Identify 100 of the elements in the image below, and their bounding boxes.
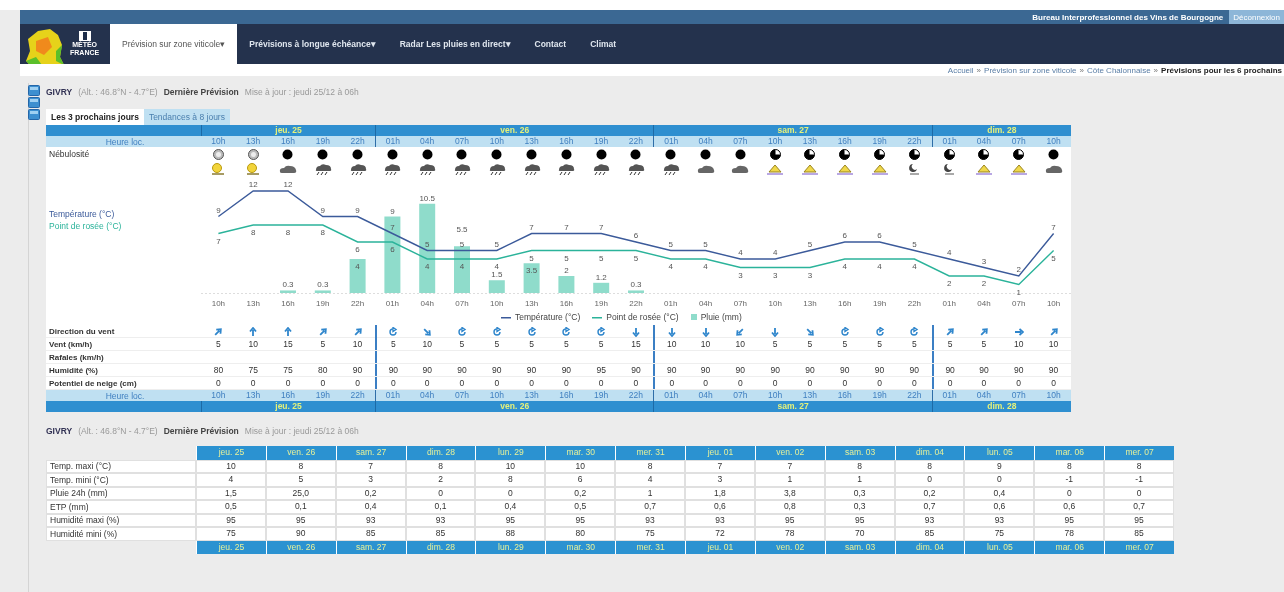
square-icon[interactable] [28, 85, 40, 96]
rain-bar [314, 290, 331, 293]
day-header: jeu. 01 [685, 446, 755, 460]
square-icon[interactable] [28, 109, 40, 120]
hour-header: 07h [1010, 390, 1027, 401]
table-cell: 95 [596, 365, 606, 375]
table-cell: 0 [598, 378, 604, 388]
moon-cloud-icon [907, 162, 922, 176]
wind-arrow-icon [666, 327, 677, 337]
hour-header: 16h [279, 136, 297, 147]
cloud-cover-icon [1013, 148, 1025, 160]
nav-item[interactable]: Contact [522, 24, 579, 64]
table-cell: 0 [320, 378, 326, 388]
hour-header: 10h [1045, 136, 1062, 147]
breadcrumb-link[interactable]: Prévision sur zone viticole [984, 65, 1077, 75]
table-cell: 10 [667, 339, 677, 349]
data-label: 4 [738, 248, 743, 257]
table-cell: 90 [805, 365, 815, 375]
day-header: sam. 03 [824, 446, 895, 460]
table-cell: 90 [526, 365, 537, 375]
hour-header: 10h [210, 136, 227, 147]
table-cell: 0 [772, 378, 778, 388]
table-cell: 0 [669, 378, 675, 388]
cloud-cover-icon [1048, 148, 1059, 160]
data-label: 5 [564, 253, 569, 263]
table-cell: 5 [459, 339, 465, 349]
table-cell: 0,4 [335, 500, 406, 514]
row-label: Temp. maxi (°C) [46, 459, 196, 473]
hour-header: 04h [419, 390, 436, 401]
table-cell: 5 [216, 339, 221, 349]
cloud-cover-icon [804, 148, 816, 160]
breadcrumb-link[interactable]: Accueil [947, 65, 974, 75]
hour-header: 22h [906, 390, 923, 401]
forecast-label: Dernière Prévision [163, 87, 239, 97]
hour-header: 19h [593, 136, 610, 147]
table-cell: 90 [457, 365, 467, 375]
breadcrumb-link[interactable]: Côte Chalonnaise [1087, 65, 1151, 75]
table-cell: 0 [564, 378, 569, 388]
rain-bar [280, 290, 296, 293]
table-cell: 0 [424, 378, 430, 388]
table-cell: 0,8 [754, 500, 825, 514]
table-cell: 0 [391, 378, 396, 388]
hour-header: 10h [1045, 390, 1062, 401]
hour-header: 10h [767, 390, 784, 401]
axis-tick-label: 04h [977, 299, 991, 308]
hour-header: 07h [1010, 136, 1027, 147]
axis-tick-label: 10h [1046, 299, 1061, 308]
table-cell: 90 [840, 365, 850, 375]
cloud-cover-icon [491, 148, 503, 160]
nav-item[interactable]: Radar Les pluies en direct▾ [387, 24, 523, 64]
hour-header: 13h [245, 390, 262, 401]
hour-header: 07h [732, 390, 749, 401]
table-cell: 5 [911, 339, 917, 349]
data-label: 1.2 [595, 272, 607, 282]
nav-item[interactable]: Climat [578, 24, 629, 64]
day-header: dim. 28 [931, 125, 1071, 136]
square-icon[interactable] [28, 97, 40, 108]
data-label: 4 [703, 262, 708, 271]
day-header: ven. 26 [265, 446, 336, 460]
nav-item[interactable]: Prévisions à longue échéance▾ [237, 24, 388, 64]
table-cell: 0 [1016, 378, 1022, 388]
data-label: 5 [459, 239, 465, 249]
data-label: 8 [250, 228, 256, 237]
nav-item[interactable]: Prévision sur zone viticole▾ [110, 24, 238, 64]
place-name: GIVRY [46, 87, 73, 97]
cloud-cover-icon [282, 148, 294, 160]
sun-haze-icon [799, 162, 820, 176]
hour-header-label: Heure loc. [104, 136, 146, 147]
table-cell: 4 [196, 473, 266, 487]
table-cell: 80 [545, 527, 616, 541]
axis-tick-label: 04h [698, 299, 713, 308]
data-label: 6 [633, 231, 639, 240]
table-cell: 5 [564, 339, 569, 349]
table-cell: 5 [494, 339, 500, 349]
wind-arrow-icon [804, 327, 815, 337]
tab[interactable]: Les 3 prochains jours [46, 109, 144, 125]
data-label: 4 [772, 248, 778, 257]
wind-arrow-icon [352, 327, 363, 337]
hour-header: 04h [975, 390, 992, 401]
axis-tick-label: 19h [594, 299, 608, 308]
wind-arrow-icon [978, 327, 989, 337]
axis-tick-label: 01h [385, 299, 400, 308]
data-label: 5 [633, 253, 639, 263]
axis-tick-label: 04h [420, 299, 434, 308]
cloud-cover-icon [595, 148, 607, 160]
data-label: 12 [248, 180, 258, 189]
data-label: 3.5 [526, 266, 538, 276]
table-cell: 90 [1048, 365, 1059, 375]
data-label: 7 [598, 222, 604, 232]
table-cell: 0,6 [1034, 500, 1105, 514]
table-cell: 0 [842, 378, 848, 388]
table-cell: 90 [700, 365, 711, 375]
table-cell: 90 [945, 365, 955, 375]
wind-arrow-icon [283, 327, 293, 337]
table-cell: 0 [947, 378, 953, 388]
wind-arrow-icon [422, 327, 433, 337]
data-label: 0.3 [282, 280, 294, 290]
hour-header: 04h [697, 390, 714, 401]
axis-tick-label: 16h [559, 299, 574, 308]
table-cell: 85 [1104, 527, 1175, 541]
